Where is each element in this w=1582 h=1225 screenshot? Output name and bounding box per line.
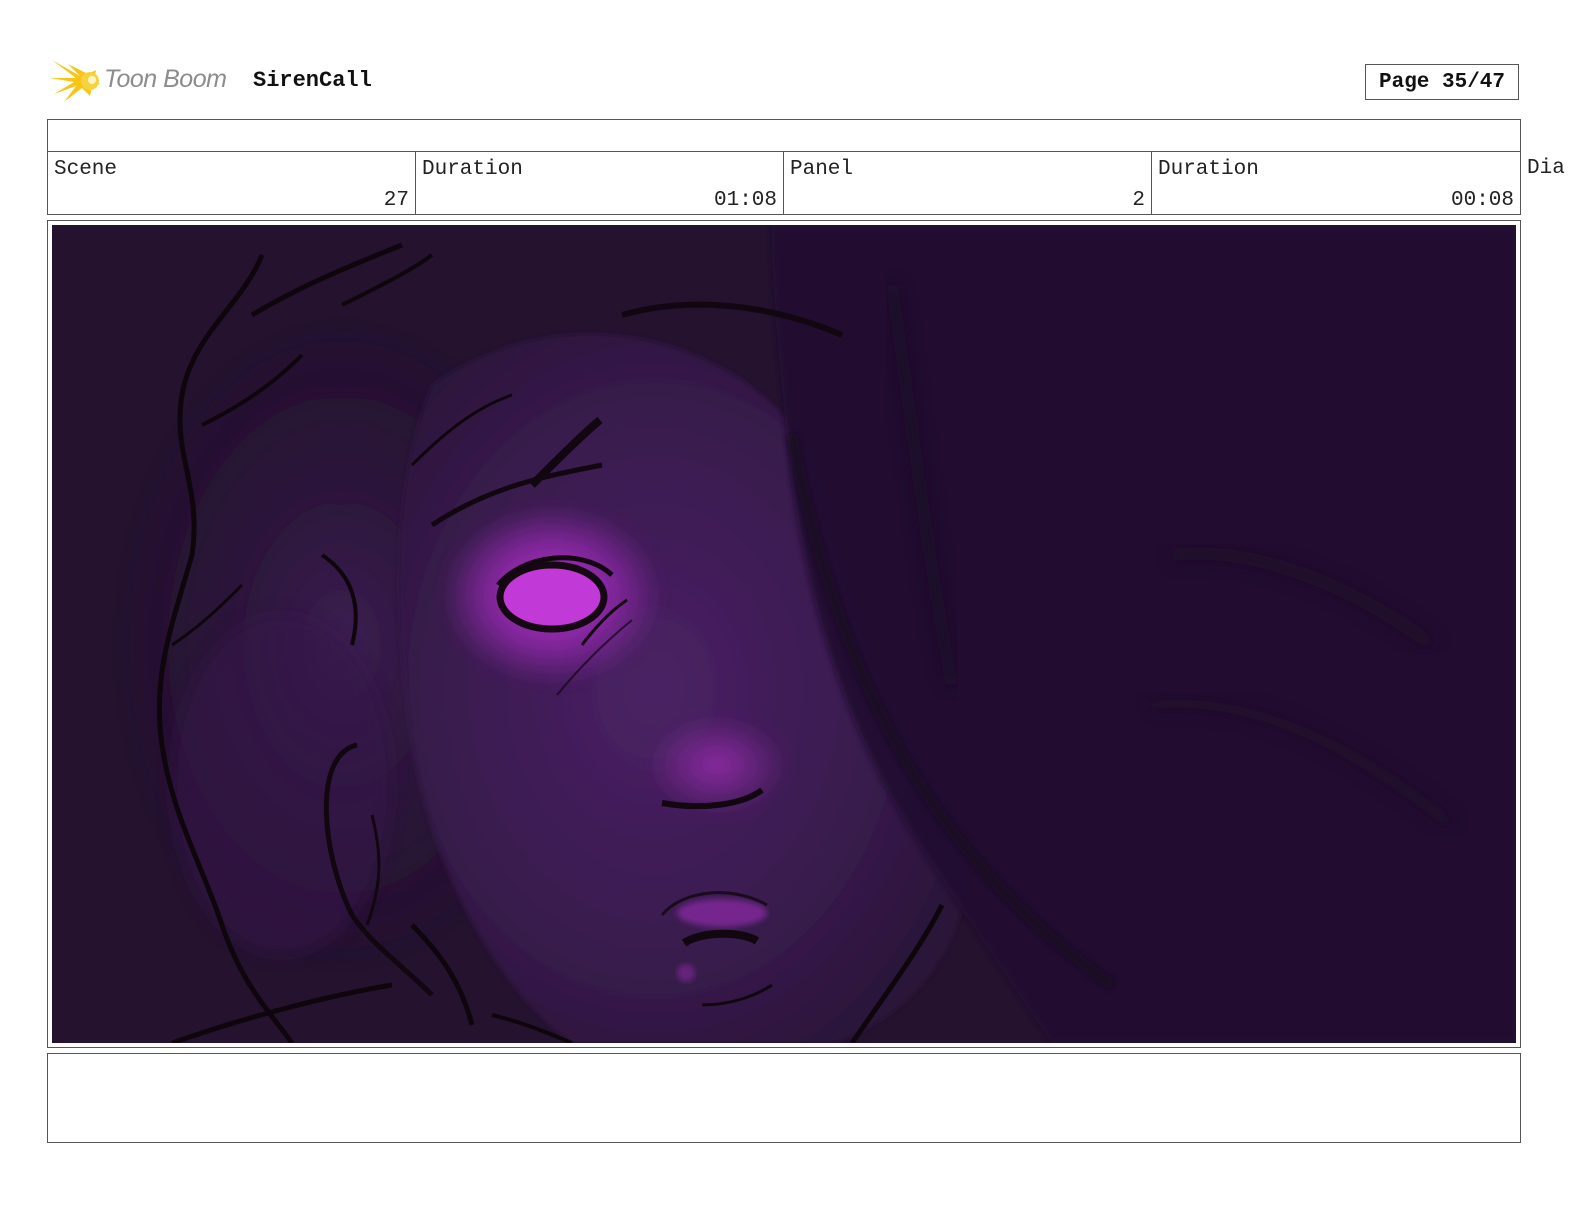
project-title: SirenCall [253, 68, 372, 93]
scene-duration-cell: Duration 01:08 [416, 152, 784, 214]
panel-duration-value: 00:08 [1450, 189, 1514, 212]
scene-duration-label: Duration [422, 158, 523, 181]
scene-cell: Scene 27 [48, 152, 416, 214]
scene-label: Scene [54, 158, 118, 181]
toon-boom-logo: Toon Boom [50, 56, 240, 106]
panel-info-row: Scene 27 Duration 01:08 Panel 2 Duration… [47, 151, 1521, 215]
panel-label: Panel [790, 158, 854, 181]
panel-duration-cell: Duration 00:08 [1152, 152, 1520, 214]
panel-duration-label: Duration [1158, 158, 1259, 181]
scene-duration-value: 01:08 [713, 189, 777, 212]
page-number: Page 35/47 [1365, 64, 1519, 100]
scene-value: 27 [383, 189, 409, 212]
header-strip [47, 119, 1521, 152]
panel-frame [47, 220, 1521, 1048]
dialog-label-clipped: Dia [1527, 157, 1565, 180]
notes-box [47, 1053, 1521, 1143]
logo-text: Toon Boom [104, 65, 227, 93]
storyboard-drawing [52, 225, 1516, 1043]
panel-value: 2 [1132, 189, 1145, 212]
panel-cell: Panel 2 [784, 152, 1152, 214]
starburst-icon [50, 60, 100, 102]
